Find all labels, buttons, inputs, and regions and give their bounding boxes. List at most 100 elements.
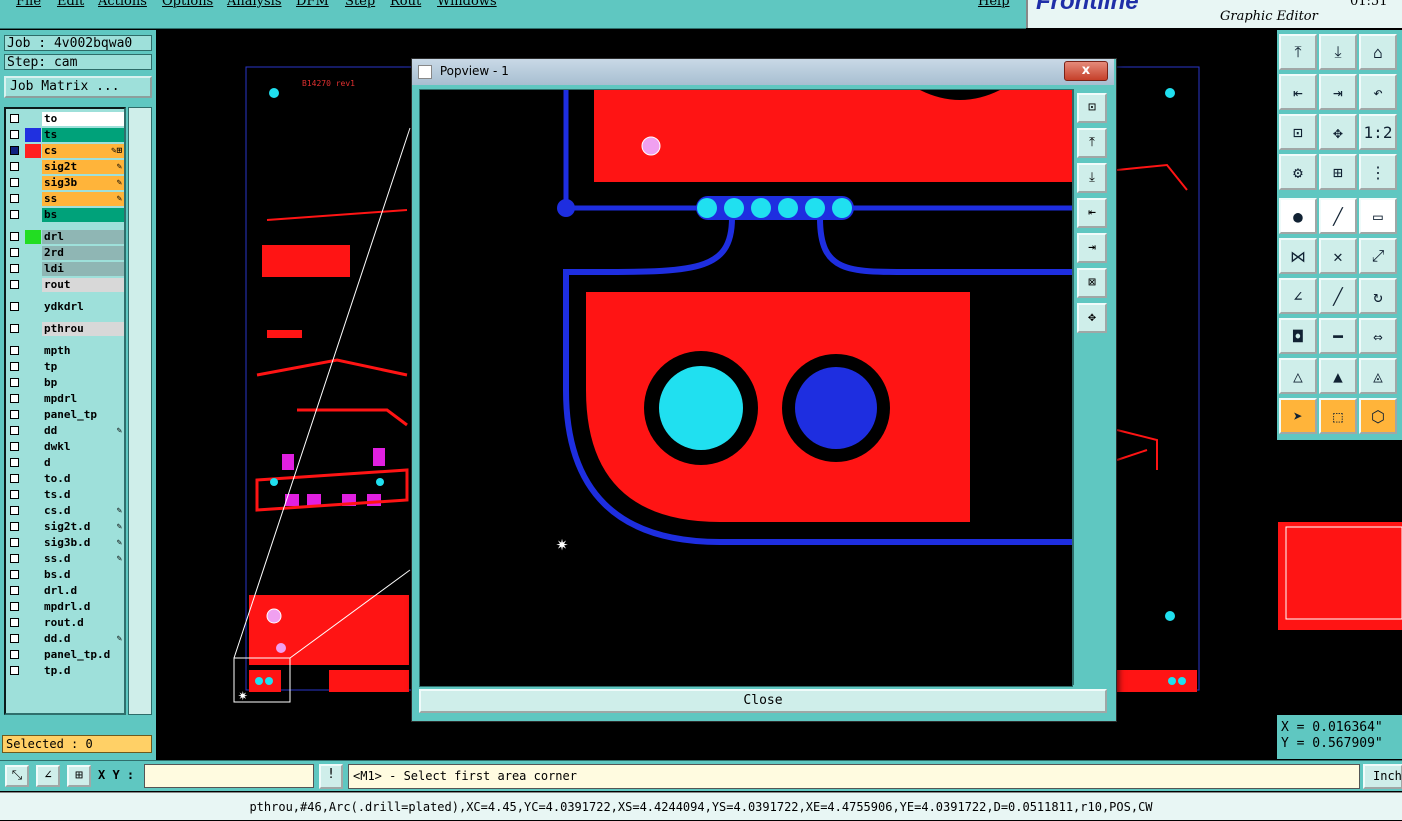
menu-rout[interactable]: Rout — [390, 0, 421, 9]
xy-input[interactable] — [144, 764, 314, 788]
layer-name[interactable]: panel_tp.d — [42, 648, 124, 662]
segment-icon[interactable]: ━ — [1319, 318, 1357, 354]
layer-row[interactable]: rout.d — [8, 616, 124, 630]
layer-checkbox[interactable] — [10, 410, 19, 419]
layer-checkbox[interactable] — [10, 618, 19, 627]
alert-icon[interactable]: ! — [319, 764, 343, 789]
layer-color-swatch[interactable] — [25, 208, 41, 222]
connect-icon[interactable]: ⋈ — [1279, 238, 1317, 274]
measure-icon[interactable]: ⇔ — [1359, 318, 1397, 354]
popview-canvas[interactable]: ✷ — [419, 89, 1073, 687]
layer-row[interactable]: mpth — [8, 344, 124, 358]
layer-name[interactable]: to.d — [42, 472, 124, 486]
overview-thumbnail[interactable] — [1277, 440, 1402, 715]
layer-name[interactable]: mpdrl — [42, 392, 124, 406]
layer-row[interactable]: drl.d — [8, 584, 124, 598]
layer-row[interactable]: sig2t ✎ — [8, 160, 124, 174]
layer-row[interactable]: dd ✎ — [8, 424, 124, 438]
layer-checkbox[interactable] — [10, 650, 19, 659]
layer-name[interactable]: ts.d — [42, 488, 124, 502]
layer-checkbox[interactable] — [10, 146, 19, 155]
layer-name[interactable]: cs ✎⊞ — [42, 144, 124, 158]
layer-name[interactable]: bs.d — [42, 568, 124, 582]
layer-checkbox[interactable] — [10, 248, 19, 257]
snap-icon[interactable]: ⚙ — [1279, 154, 1317, 190]
zoom-home-icon[interactable]: ⊡ — [1077, 93, 1107, 123]
select-arrow-icon[interactable]: ➤ — [1279, 398, 1317, 434]
layer-row[interactable]: tp — [8, 360, 124, 374]
polygon-icon[interactable]: ▲ — [1319, 358, 1357, 394]
layer-color-swatch[interactable] — [25, 408, 41, 422]
home-down-icon[interactable]: ⤓ — [1319, 34, 1357, 70]
angle-icon[interactable]: ∠ — [1279, 278, 1317, 314]
layer-row[interactable]: rout — [8, 278, 124, 292]
layer-checkbox[interactable] — [10, 474, 19, 483]
layer-row[interactable]: bp — [8, 376, 124, 390]
layer-checkbox[interactable] — [10, 178, 19, 187]
layer-row[interactable]: panel_tp — [8, 408, 124, 422]
layer-name[interactable]: panel_tp — [42, 408, 124, 422]
layer-color-swatch[interactable] — [25, 552, 41, 566]
undo-view-icon[interactable]: ↶ — [1359, 74, 1397, 110]
poly-edit-icon[interactable]: ◬ — [1359, 358, 1397, 394]
layer-row[interactable]: ss.d ✎ — [8, 552, 124, 566]
layer-checkbox[interactable] — [10, 324, 19, 333]
arc-icon[interactable]: ↻ — [1359, 278, 1397, 314]
layer-row[interactable]: 2rd — [8, 246, 124, 260]
layer-name[interactable]: pthrou — [42, 322, 124, 336]
layer-color-swatch[interactable] — [25, 128, 41, 142]
layer-list-scrollbar[interactable] — [128, 107, 152, 715]
layer-color-swatch[interactable] — [25, 664, 41, 678]
select-poly-icon[interactable]: ⬡ — [1359, 398, 1397, 434]
layer-checkbox[interactable] — [10, 302, 19, 311]
layer-row[interactable]: sig2t.d ✎ — [8, 520, 124, 534]
layer-name[interactable]: drl.d — [42, 584, 124, 598]
layer-checkbox[interactable] — [10, 264, 19, 273]
menu-windows[interactable]: Windows — [437, 0, 497, 9]
layer-color-swatch[interactable] — [25, 230, 41, 244]
snap-corner-icon[interactable]: ⤡ — [5, 765, 29, 787]
menu-dfm[interactable]: DFM — [296, 0, 329, 9]
layer-color-swatch[interactable] — [25, 504, 41, 518]
layer-row[interactable]: to — [8, 112, 124, 126]
close-button[interactable]: Close — [419, 689, 1107, 713]
zoom-1-2-icon[interactable]: 1:2 — [1359, 114, 1397, 150]
triangle-icon[interactable]: △ — [1279, 358, 1317, 394]
layer-name[interactable]: tp — [42, 360, 124, 374]
layer-row[interactable]: cs.d ✎ — [8, 504, 124, 518]
layer-color-swatch[interactable] — [25, 344, 41, 358]
diagonal-icon[interactable]: ╱ — [1319, 278, 1357, 314]
layer-color-swatch[interactable] — [25, 144, 41, 158]
layer-name[interactable]: ldi — [42, 262, 124, 276]
layer-checkbox[interactable] — [10, 538, 19, 547]
layer-color-swatch[interactable] — [25, 440, 41, 454]
layer-color-swatch[interactable] — [25, 300, 41, 314]
layer-name[interactable]: drl — [42, 230, 124, 244]
layer-name[interactable]: sig3b.d ✎ — [42, 536, 124, 550]
layer-name[interactable]: bs — [42, 208, 124, 222]
layer-name[interactable]: dwkl — [42, 440, 124, 454]
ruler-icon[interactable]: ▭ — [1359, 198, 1397, 234]
close-icon[interactable]: x — [1064, 61, 1108, 81]
layer-checkbox[interactable] — [10, 554, 19, 563]
layer-color-swatch[interactable] — [25, 616, 41, 630]
layer-name[interactable]: mpth — [42, 344, 124, 358]
layer-checkbox[interactable] — [10, 210, 19, 219]
layer-color-swatch[interactable] — [25, 192, 41, 206]
layer-checkbox[interactable] — [10, 194, 19, 203]
layer-row[interactable]: dd.d ✎ — [8, 632, 124, 646]
layer-row[interactable]: cs ✎⊞ — [8, 144, 124, 158]
pad-add-icon[interactable]: ● — [1279, 198, 1317, 234]
pan-up-icon[interactable]: ⤒ — [1077, 128, 1107, 158]
layer-name[interactable]: rout — [42, 278, 124, 292]
layer-checkbox[interactable] — [10, 130, 19, 139]
layer-row[interactable]: dwkl — [8, 440, 124, 454]
layer-name[interactable]: dd.d ✎ — [42, 632, 124, 646]
menu-help[interactable]: Help — [978, 0, 1010, 9]
layer-checkbox[interactable] — [10, 570, 19, 579]
select-box-icon[interactable]: ⬚ — [1319, 398, 1357, 434]
layer-row[interactable]: ts — [8, 128, 124, 142]
menu-actions[interactable]: Actions — [98, 0, 147, 9]
pan-right-icon[interactable]: ⇥ — [1077, 233, 1107, 263]
layers-icon[interactable]: ⋮ — [1359, 154, 1397, 190]
